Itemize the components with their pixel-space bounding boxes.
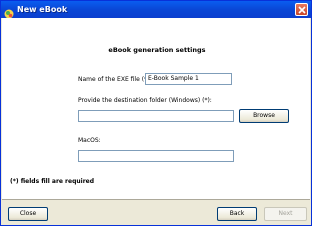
browse-button[interactable]: Browse <box>239 109 289 123</box>
close-button[interactable]: Close <box>8 207 48 221</box>
footer-divider <box>2 199 310 200</box>
back-button[interactable]: Back <box>217 207 257 221</box>
window-title: New eBook <box>17 5 68 14</box>
exe-name-field[interactable]: E-Book Sample 1 <box>145 73 232 85</box>
dest-folder-label: Provide the destination folder (Windows)… <box>78 97 212 104</box>
title-bar[interactable]: New eBook <box>1 1 311 19</box>
macos-label: MacOS: <box>78 137 101 144</box>
next-button[interactable]: Next <box>264 207 307 221</box>
page-heading: eBook generation settings <box>108 46 206 54</box>
close-icon <box>298 6 306 14</box>
macos-field[interactable] <box>78 150 234 162</box>
required-note: (*) fields fill are required <box>10 178 95 185</box>
exe-name-label: Name of the EXE file (*): <box>78 76 152 83</box>
window-close-button[interactable] <box>295 3 308 16</box>
app-icon <box>4 4 14 19</box>
dest-folder-field[interactable] <box>78 110 234 122</box>
new-ebook-window: New eBook eBook generation settings Name… <box>0 0 312 226</box>
content-panel: eBook generation settings Name of the EX… <box>2 18 310 199</box>
